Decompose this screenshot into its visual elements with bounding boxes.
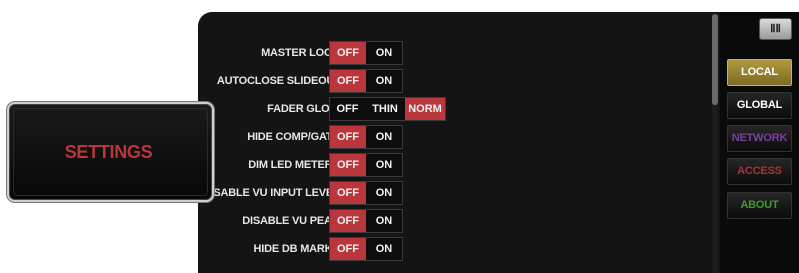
settings-nav: ⅡⅡ LOCAL GLOBAL NETWORK ACCESS ABOUT [720, 12, 799, 273]
setting-toggle: OFF ON [329, 41, 403, 65]
setting-label: DISABLE VU PEAK: [242, 215, 343, 227]
toggle-option-off[interactable]: OFF [330, 238, 366, 260]
nav-local-button[interactable]: LOCAL [727, 59, 792, 86]
toggle-option-thin[interactable]: THIN [365, 98, 405, 120]
setting-row: AUTOCLOSE SLIDEOUT: OFF ON [198, 68, 713, 94]
setting-row: DIM LED METERS: OFF ON [198, 152, 713, 178]
nav-network-button[interactable]: NETWORK [727, 125, 792, 152]
fader-icon: ⅡⅡ [770, 23, 781, 35]
fader-menu-button[interactable]: ⅡⅡ [759, 18, 792, 40]
setting-toggle: OFF ON [329, 181, 403, 205]
nav-global-button[interactable]: GLOBAL [727, 92, 792, 119]
setting-toggle: OFF ON [329, 153, 403, 177]
setting-row: DISABLE VU PEAK: OFF ON [198, 208, 713, 234]
toggle-option-on[interactable]: ON [366, 70, 402, 92]
scrollbar-thumb[interactable] [712, 14, 718, 105]
toggle-option-on[interactable]: ON [366, 210, 402, 232]
toggle-option-off[interactable]: OFF [330, 70, 366, 92]
setting-toggle: OFF ON [329, 209, 403, 233]
toggle-option-norm[interactable]: NORM [405, 98, 445, 120]
setting-row: FADER GLOW: OFF THIN NORM [198, 96, 713, 122]
nav-about-button[interactable]: ABOUT [727, 192, 792, 219]
toggle-option-on[interactable]: ON [366, 126, 402, 148]
toggle-option-on[interactable]: ON [366, 238, 402, 260]
setting-toggle: OFF THIN NORM [329, 97, 446, 121]
setting-toggle: OFF ON [329, 237, 403, 261]
setting-toggle: OFF ON [329, 125, 403, 149]
setting-row: MASTER LOCK: OFF ON [198, 40, 713, 66]
toggle-option-on[interactable]: ON [366, 42, 402, 64]
toggle-option-off[interactable]: OFF [330, 42, 366, 64]
settings-tab[interactable]: SETTINGS [9, 104, 212, 200]
setting-row: SABLE VU INPUT LEVEL: OFF ON [198, 180, 713, 206]
nav-access-button[interactable]: ACCESS [727, 158, 792, 185]
toggle-option-on[interactable]: ON [366, 154, 402, 176]
settings-title: SETTINGS [64, 142, 153, 162]
toggle-option-off[interactable]: OFF [330, 126, 366, 148]
setting-toggle: OFF ON [329, 69, 403, 93]
settings-panel: MASTER LOCK: OFF ON AUTOCLOSE SLIDEOUT: OFF O… [198, 12, 799, 273]
setting-row: HIDE COMP/GATE: OFF ON [198, 124, 713, 150]
toggle-option-off[interactable]: OFF [330, 210, 366, 232]
settings-rows: MASTER LOCK: OFF ON AUTOCLOSE SLIDEOUT: OFF O… [198, 12, 713, 273]
toggle-option-off[interactable]: OFF [330, 154, 366, 176]
toggle-option-on[interactable]: ON [366, 182, 402, 204]
toggle-option-off[interactable]: OFF [330, 98, 365, 120]
setting-label: SABLE VU INPUT LEVEL: [213, 187, 343, 199]
setting-label: AUTOCLOSE SLIDEOUT: [216, 75, 343, 87]
setting-row: HIDE DB MARKS: OFF ON [198, 236, 713, 262]
toggle-option-off[interactable]: OFF [330, 182, 366, 204]
scrollbar[interactable] [712, 14, 718, 273]
